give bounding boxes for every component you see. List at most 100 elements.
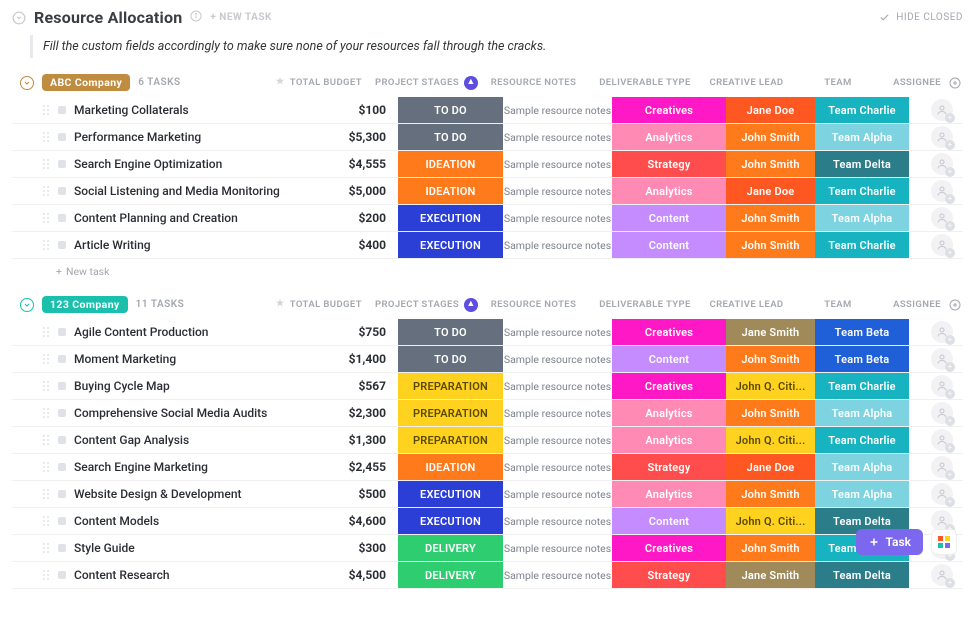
col-assignee[interactable]: ASSIGNEE — [885, 299, 949, 310]
apps-button[interactable] — [931, 529, 957, 555]
add-task-row[interactable]: New task — [12, 259, 963, 278]
creative-lead-tag[interactable]: Jane Doe — [726, 97, 815, 123]
creative-lead-tag[interactable]: John Smith — [726, 400, 815, 426]
deliverable-tag[interactable]: Strategy — [612, 454, 726, 480]
creative-lead-tag[interactable]: John Smith — [726, 232, 815, 258]
drag-handle-icon[interactable] — [42, 239, 50, 251]
task-row[interactable]: Agile Content Production $750 TO DO Samp… — [12, 319, 963, 346]
stage-tag[interactable]: TO DO — [398, 124, 503, 150]
status-dot-icon[interactable] — [58, 382, 66, 390]
assignee-avatar[interactable]: + — [931, 234, 953, 256]
status-dot-icon[interactable] — [58, 133, 66, 141]
task-row[interactable]: Comprehensive Social Media Audits $2,300… — [12, 400, 963, 427]
task-name[interactable]: Performance Marketing — [74, 130, 201, 144]
col-team[interactable]: TEAM — [791, 77, 885, 88]
assignee-avatar[interactable]: + — [931, 456, 953, 478]
deliverable-tag[interactable]: Analytics — [612, 481, 726, 507]
budget-value[interactable]: $400 — [358, 238, 386, 252]
hide-closed-toggle[interactable]: HIDE CLOSED — [879, 12, 963, 23]
resource-notes[interactable]: Sample resource notes — [504, 353, 611, 366]
budget-value[interactable]: $500 — [358, 487, 386, 501]
creative-lead-tag[interactable]: John Smith — [726, 151, 815, 177]
task-row[interactable]: Content Planning and Creation $200 EXECU… — [12, 205, 963, 232]
task-row[interactable]: Moment Marketing $1,400 TO DO Sample res… — [12, 346, 963, 373]
stage-tag[interactable]: DELIVERY — [398, 562, 503, 588]
resource-notes[interactable]: Sample resource notes — [504, 185, 611, 198]
resource-notes[interactable]: Sample resource notes — [504, 488, 611, 501]
status-dot-icon[interactable] — [58, 187, 66, 195]
deliverable-tag[interactable]: Analytics — [612, 427, 726, 453]
resource-notes[interactable]: Sample resource notes — [504, 380, 611, 393]
drag-handle-icon[interactable] — [42, 380, 50, 392]
task-row[interactable]: Article Writing $400 EXECUTION Sample re… — [12, 232, 963, 259]
status-dot-icon[interactable] — [58, 463, 66, 471]
resource-notes[interactable]: Sample resource notes — [504, 434, 611, 447]
stage-tag[interactable]: PREPARATION — [398, 427, 503, 453]
creative-lead-tag[interactable]: John Smith — [726, 481, 815, 507]
task-row[interactable]: Buying Cycle Map $567 PREPARATION Sample… — [12, 373, 963, 400]
team-tag[interactable]: Team Charlie — [815, 232, 909, 258]
drag-handle-icon[interactable] — [42, 326, 50, 338]
team-tag[interactable]: Team Charlie — [815, 427, 909, 453]
assignee-avatar[interactable]: + — [931, 180, 953, 202]
col-total-budget[interactable]: TOTAL BUDGET — [268, 298, 374, 311]
col-creative-lead[interactable]: CREATIVE LEAD — [702, 299, 791, 310]
assignee-avatar[interactable]: + — [931, 99, 953, 121]
deliverable-tag[interactable]: Creatives — [612, 535, 726, 561]
assignee-avatar[interactable]: + — [931, 375, 953, 397]
col-deliverable-type[interactable]: DELIVERABLE TYPE — [588, 77, 702, 88]
status-dot-icon[interactable] — [58, 355, 66, 363]
drag-handle-icon[interactable] — [42, 542, 50, 554]
stage-tag[interactable]: IDEATION — [398, 151, 503, 177]
status-dot-icon[interactable] — [58, 241, 66, 249]
task-name[interactable]: Marketing Collaterals — [74, 103, 189, 117]
stage-tag[interactable]: EXECUTION — [398, 205, 503, 231]
assignee-avatar[interactable]: + — [931, 348, 953, 370]
status-dot-icon[interactable] — [58, 106, 66, 114]
task-row[interactable]: Content Gap Analysis $1,300 PREPARATION … — [12, 427, 963, 454]
budget-value[interactable]: $2,455 — [349, 460, 386, 474]
deliverable-tag[interactable]: Creatives — [612, 319, 726, 345]
budget-value[interactable]: $300 — [358, 541, 386, 555]
stage-tag[interactable]: EXECUTION — [398, 508, 503, 534]
col-resource-notes[interactable]: RESOURCE NOTES — [479, 77, 588, 88]
new-task-button[interactable]: + NEW TASK — [210, 12, 272, 23]
assignee-avatar[interactable]: + — [931, 429, 953, 451]
info-icon[interactable] — [190, 10, 202, 25]
status-dot-icon[interactable] — [58, 517, 66, 525]
budget-value[interactable]: $4,500 — [349, 568, 386, 582]
budget-value[interactable]: $4,600 — [349, 514, 386, 528]
creative-lead-tag[interactable]: John Q. Citi... — [726, 508, 815, 534]
creative-lead-tag[interactable]: John Q. Citi... — [726, 427, 815, 453]
sort-indicator-icon[interactable]: ▲ — [464, 76, 478, 90]
task-row[interactable]: Performance Marketing $5,300 TO DO Sampl… — [12, 124, 963, 151]
drag-handle-icon[interactable] — [42, 104, 50, 116]
task-name[interactable]: Content Research — [74, 568, 170, 582]
deliverable-tag[interactable]: Content — [612, 205, 726, 231]
budget-value[interactable]: $5,000 — [349, 184, 386, 198]
task-name[interactable]: Style Guide — [74, 541, 135, 555]
col-deliverable-type[interactable]: DELIVERABLE TYPE — [588, 299, 702, 310]
resource-notes[interactable]: Sample resource notes — [504, 515, 611, 528]
deliverable-tag[interactable]: Content — [612, 346, 726, 372]
drag-handle-icon[interactable] — [42, 569, 50, 581]
status-dot-icon[interactable] — [58, 409, 66, 417]
drag-handle-icon[interactable] — [42, 434, 50, 446]
drag-handle-icon[interactable] — [42, 407, 50, 419]
stage-tag[interactable]: DELIVERY — [398, 535, 503, 561]
status-dot-icon[interactable] — [58, 160, 66, 168]
status-dot-icon[interactable] — [58, 544, 66, 552]
task-name[interactable]: Search Engine Optimization — [74, 157, 222, 171]
creative-lead-tag[interactable]: John Smith — [726, 124, 815, 150]
assignee-avatar[interactable]: + — [931, 483, 953, 505]
group-collapse-toggle[interactable] — [20, 298, 34, 312]
creative-lead-tag[interactable]: John Smith — [726, 535, 815, 561]
col-resource-notes[interactable]: RESOURCE NOTES — [479, 299, 588, 310]
budget-value[interactable]: $200 — [358, 211, 386, 225]
stage-tag[interactable]: EXECUTION — [398, 481, 503, 507]
task-name[interactable]: Social Listening and Media Monitoring — [74, 184, 280, 198]
resource-notes[interactable]: Sample resource notes — [504, 542, 611, 555]
budget-value[interactable]: $4,555 — [349, 157, 386, 171]
task-name[interactable]: Search Engine Marketing — [74, 460, 208, 474]
task-name[interactable]: Article Writing — [74, 238, 151, 252]
